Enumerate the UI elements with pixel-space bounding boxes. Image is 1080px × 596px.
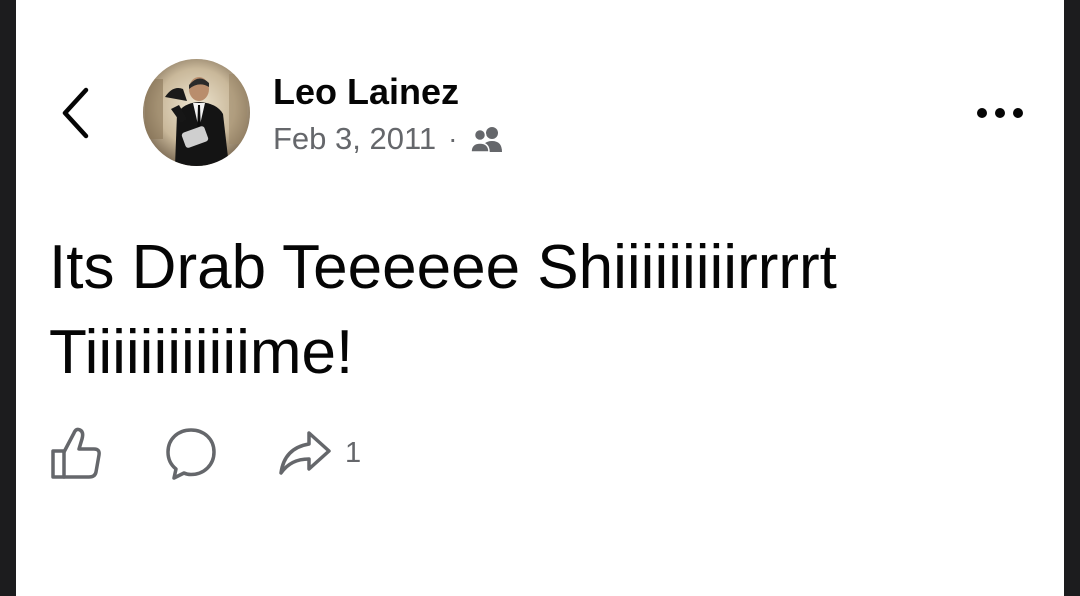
meta-separator: · (448, 123, 458, 154)
more-options-button[interactable] (971, 96, 1029, 130)
post-actions: 1 (49, 425, 361, 481)
thumbs-up-icon (51, 427, 101, 479)
more-dots-icon (977, 108, 1023, 118)
chevron-left-icon (62, 87, 89, 139)
share-button[interactable]: 1 (277, 425, 361, 481)
comment-bubble-icon (166, 428, 216, 480)
friends-icon (469, 127, 502, 153)
share-arrow-icon (279, 431, 331, 475)
avatar[interactable] (143, 59, 250, 166)
back-button[interactable] (56, 84, 96, 142)
comment-button[interactable] (163, 425, 219, 481)
post-text: Its Drab Teeeeee Shiiiiiiiiirrrrt Tiiiii… (49, 233, 837, 387)
post-date[interactable]: Feb 3, 2011 (273, 121, 436, 157)
like-button[interactable] (49, 425, 103, 481)
post-meta: Feb 3, 2011 · (273, 119, 504, 159)
author-name[interactable]: Leo Lainez (273, 70, 459, 114)
author-photo (143, 59, 250, 166)
share-count: 1 (345, 436, 362, 469)
post-screen: Leo Lainez Feb 3, 2011 · Its Drab Teeeee… (16, 0, 1064, 596)
